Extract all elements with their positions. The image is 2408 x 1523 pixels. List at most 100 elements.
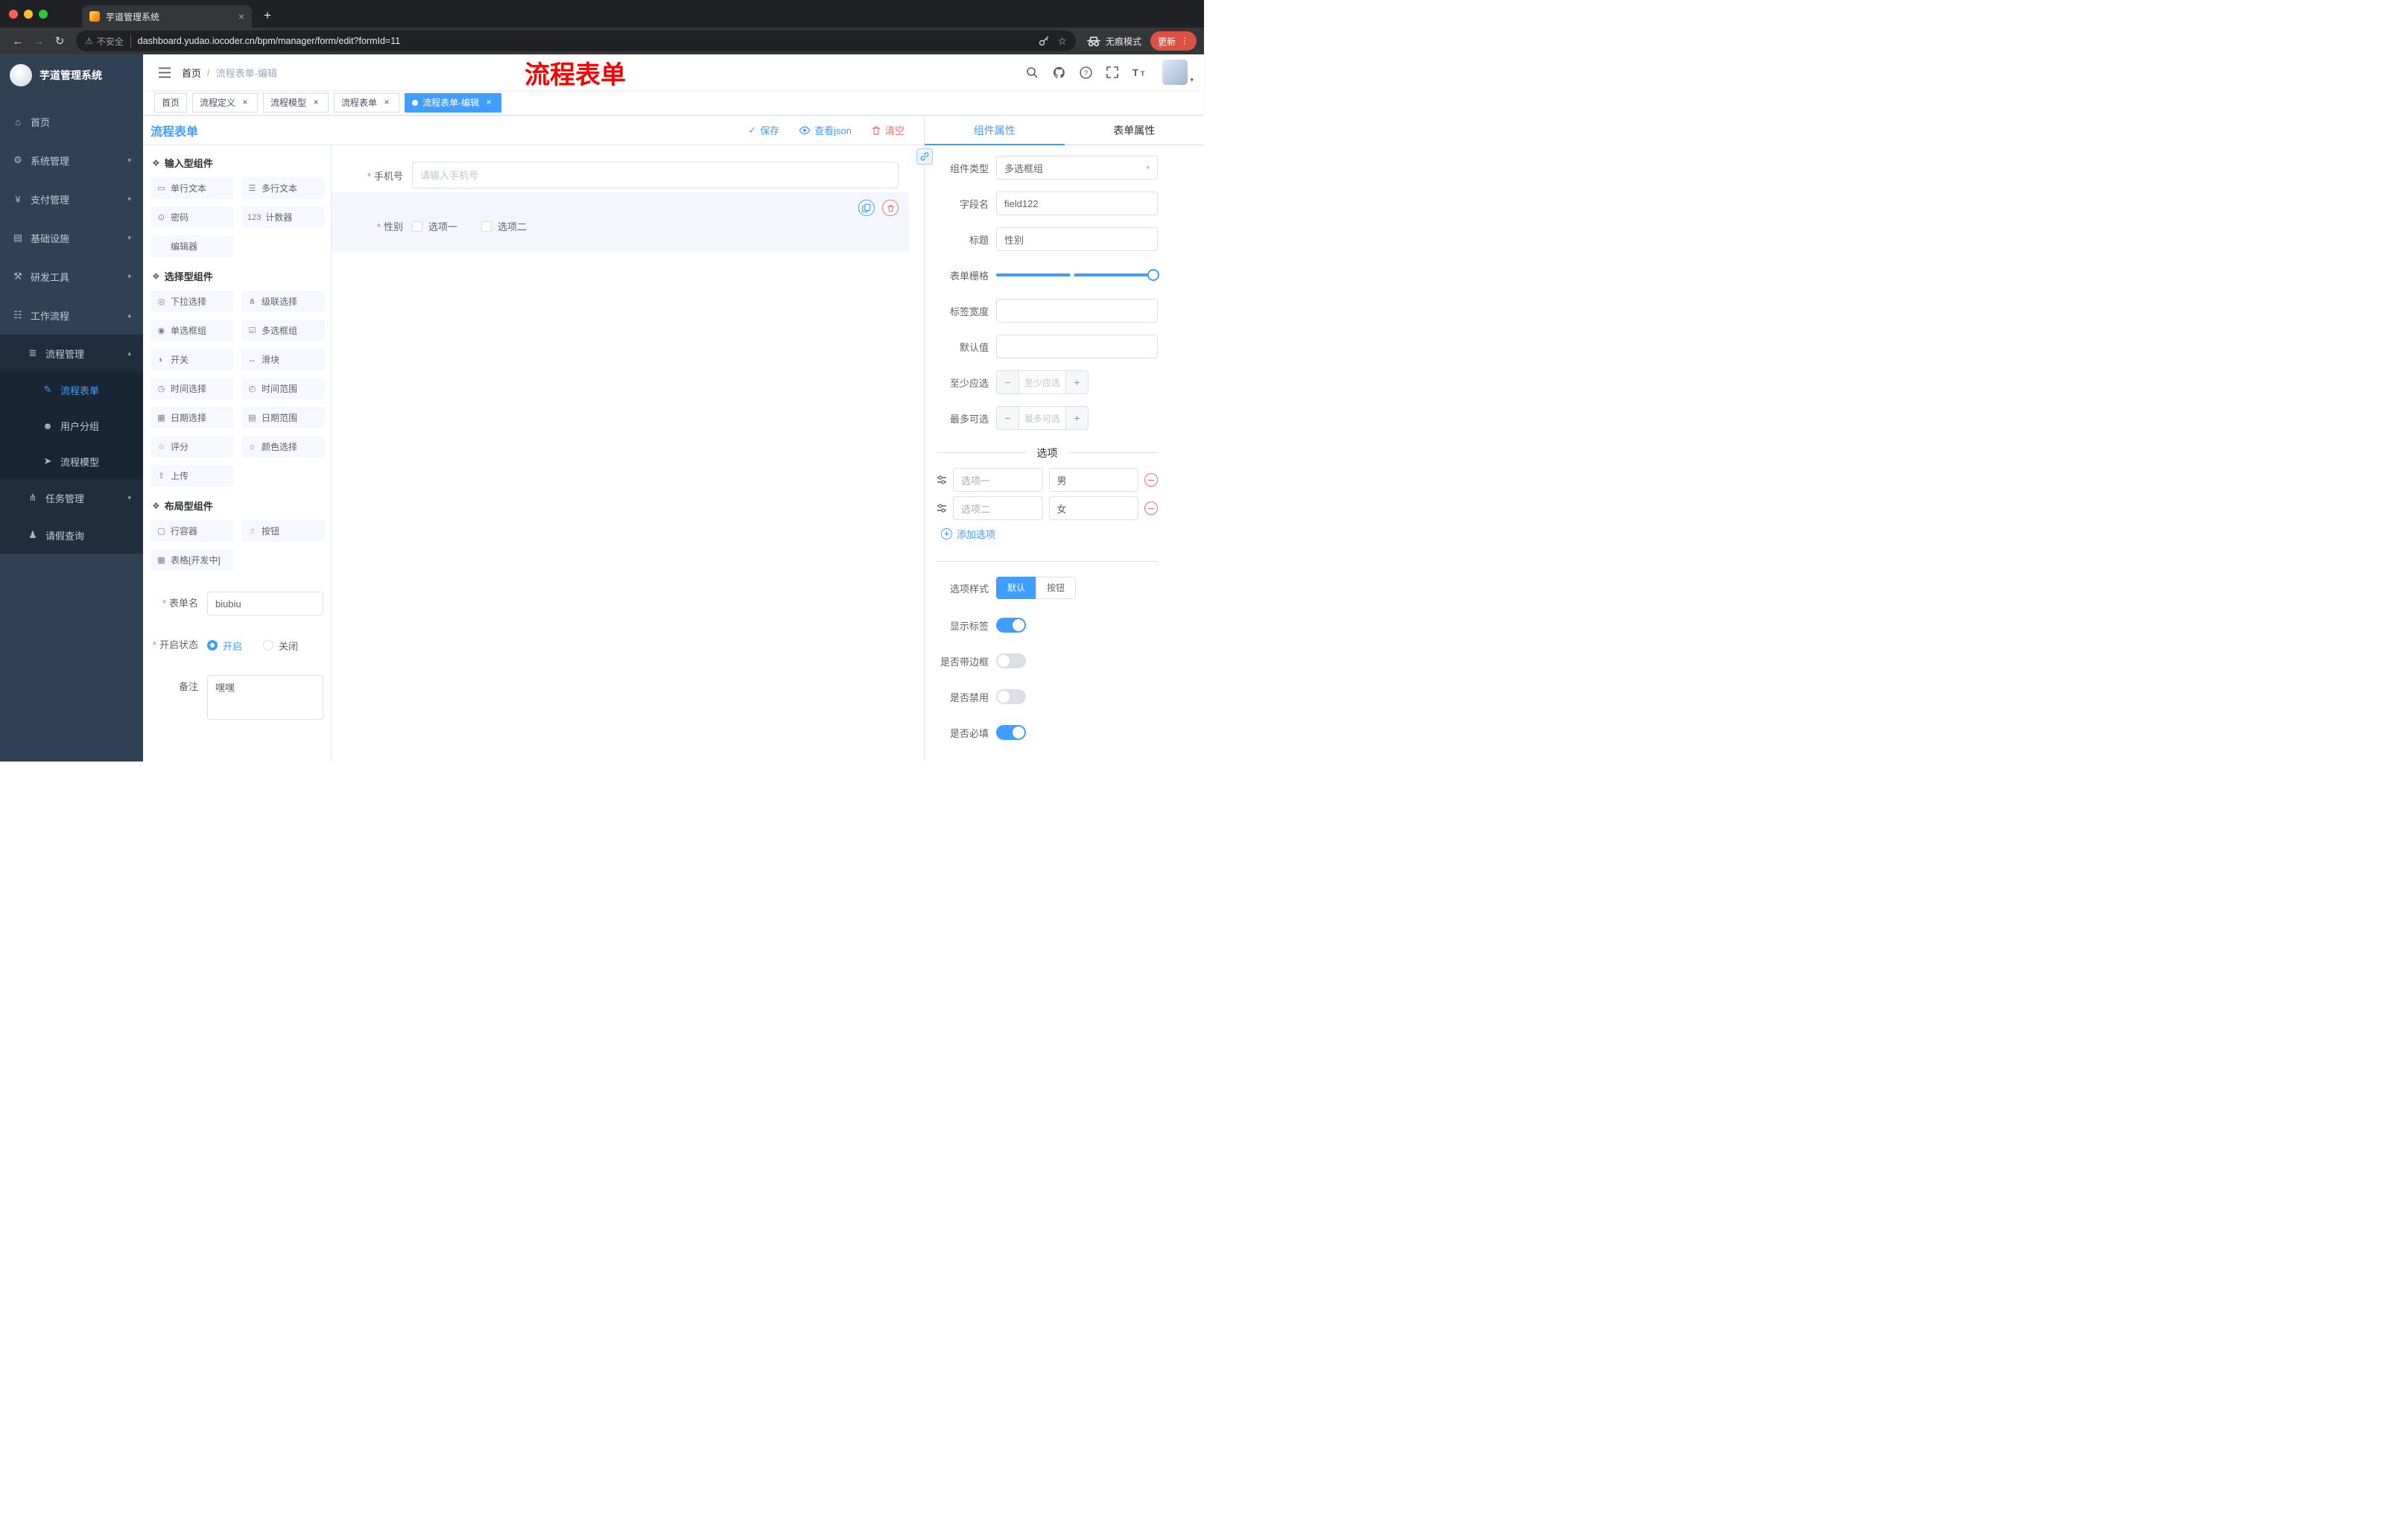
sidebar-menu-item[interactable]: ⌂ 首页 — [0, 102, 143, 141]
tag[interactable]: 流程表单 — [334, 92, 400, 113]
segment-default[interactable]: 默认 — [996, 577, 1037, 599]
address-bar[interactable]: ⚠ 不安全 dashboard.yudao.iocoder.cn/bpm/man… — [76, 31, 1076, 51]
canvas-field-gender[interactable]: 性别 选项一 选项二 — [332, 219, 909, 233]
palette-component[interactable]: ◴ 时间范围 — [241, 378, 325, 399]
sidebar-menu-item[interactable]: ▤ 基础设施 ▾ — [0, 218, 143, 257]
palette-component[interactable]: ◎ 下拉选择 — [150, 291, 234, 312]
palette-component[interactable]: 编辑器 — [150, 235, 234, 257]
password-key-icon[interactable] — [1038, 35, 1050, 47]
tab-form-props[interactable]: 表单属性 — [1065, 115, 1205, 145]
palette-component[interactable]: ◐ 开关 — [150, 349, 234, 370]
link-icon[interactable] — [916, 148, 933, 165]
sidebar-menu-item[interactable]: ⚒ 研发工具 ▾ — [0, 257, 143, 296]
window-close-button[interactable] — [9, 10, 18, 19]
tab-close-icon[interactable]: × — [238, 10, 244, 22]
option-label-input[interactable] — [953, 496, 1043, 520]
toggle-switch[interactable] — [996, 689, 1026, 704]
sidebar-menu-item[interactable]: ♟ 请假查询 — [0, 516, 143, 554]
title-input[interactable] — [996, 227, 1158, 251]
tag-close-icon[interactable] — [381, 98, 392, 108]
status-radio-off[interactable]: 关闭 — [263, 639, 298, 653]
sidebar-menu-item[interactable]: ⋔ 任务管理 ▾ — [0, 479, 143, 516]
palette-component[interactable]: ▤ 日期范围 — [241, 407, 325, 428]
palette-component[interactable]: ↔ 滑块 — [241, 349, 325, 370]
toolbar-caret-icon[interactable]: ▾ — [1159, 42, 1162, 51]
canvas-field-gender-selected[interactable]: 性别 选项一 选项二 — [332, 192, 909, 253]
phone-input[interactable] — [412, 162, 899, 189]
field-name-input[interactable] — [996, 191, 1158, 215]
sidebar-menu-item[interactable]: ☷ 工作流程 ▴ — [0, 296, 143, 335]
window-zoom-button[interactable] — [39, 10, 48, 19]
toggle-switch[interactable] — [996, 725, 1026, 740]
tag-close-icon[interactable] — [311, 98, 321, 108]
palette-component[interactable]: ☝ 按钮 — [241, 520, 325, 542]
checkbox-option-2[interactable]: 选项二 — [481, 219, 527, 233]
palette-component[interactable]: ▭ 单行文本 — [150, 177, 234, 199]
palette-component[interactable]: ☰ 多行文本 — [241, 177, 325, 199]
window-minimize-button[interactable] — [24, 10, 33, 19]
stepper-minus-icon[interactable] — [997, 407, 1019, 429]
tag-close-icon[interactable] — [240, 98, 250, 108]
min-select-placeholder[interactable]: 至少应选 — [1019, 371, 1065, 393]
canvas-field-phone[interactable]: 手机号 — [332, 162, 909, 189]
search-icon[interactable] — [1024, 64, 1040, 80]
hamburger-icon[interactable] — [150, 67, 179, 78]
sidebar-menu-item[interactable]: ≣ 流程管理 ▴ — [0, 335, 143, 372]
palette-component[interactable]: ▦ 表格[开发中] — [150, 549, 234, 571]
tag-close-icon[interactable] — [484, 98, 494, 108]
github-icon[interactable] — [1051, 64, 1067, 80]
sidebar-menu-item[interactable]: ⚙ 系统管理 ▾ — [0, 141, 143, 180]
font-size-icon[interactable]: TT — [1131, 64, 1147, 80]
palette-component[interactable]: ▦ 日期选择 — [150, 407, 234, 428]
browser-update-button[interactable]: 更新 ⋮ — [1150, 31, 1197, 51]
option-label-input[interactable] — [953, 468, 1043, 492]
form-name-input[interactable] — [207, 592, 323, 615]
reload-icon[interactable]: ↻ — [49, 31, 70, 51]
stepper-minus-icon[interactable] — [997, 371, 1019, 393]
tab-component-props[interactable]: 组件属性 — [925, 115, 1065, 145]
palette-component[interactable]: ☆ 评分 — [150, 436, 234, 457]
browser-tab[interactable]: 芋道管理系统 × — [82, 5, 252, 28]
sidebar-menu-item[interactable]: ☻ 用户分组 — [0, 408, 143, 443]
kebab-menu-icon[interactable]: ⋮ — [1180, 36, 1189, 46]
default-value-input[interactable] — [996, 335, 1158, 358]
drag-handle-icon[interactable] — [937, 475, 947, 485]
palette-component[interactable]: ⊙ 密码 — [150, 206, 234, 228]
form-canvas[interactable]: 手机号 — [332, 145, 924, 762]
option-value-input[interactable] — [1048, 496, 1138, 520]
max-select-stepper[interactable]: 最多可选 — [996, 406, 1089, 430]
palette-component[interactable]: 123 计数器 — [241, 206, 325, 228]
add-option-button[interactable]: 添加选项 — [941, 526, 1158, 541]
palette-component[interactable]: ☼ 颜色选择 — [241, 436, 325, 457]
label-width-input[interactable] — [996, 299, 1158, 323]
checkbox-option-1[interactable]: 选项一 — [412, 219, 457, 233]
palette-component[interactable]: ⋔ 级联选择 — [241, 291, 325, 312]
copy-component-icon[interactable] — [858, 200, 875, 216]
view-json-button[interactable]: 查看json — [799, 123, 852, 137]
toggle-switch[interactable] — [996, 618, 1026, 633]
remove-option-icon[interactable] — [1144, 501, 1158, 515]
help-icon[interactable]: ? — [1077, 64, 1094, 80]
bookmark-star-icon[interactable]: ☆ — [1057, 35, 1067, 48]
stepper-plus-icon[interactable] — [1065, 407, 1088, 429]
palette-component[interactable]: ▢ 行容器 — [150, 520, 234, 542]
form-remark-textarea[interactable]: 嘿嘿 — [207, 675, 323, 720]
tag[interactable]: 流程表单-编辑 — [405, 92, 502, 113]
security-chip[interactable]: ⚠ 不安全 — [85, 34, 131, 48]
toggle-switch[interactable] — [996, 653, 1026, 668]
max-select-placeholder[interactable]: 最多可选 — [1019, 407, 1065, 429]
tag[interactable]: 流程定义 — [192, 92, 259, 113]
remove-option-icon[interactable] — [1144, 473, 1158, 487]
tag[interactable]: 流程模型 — [263, 92, 329, 113]
tag[interactable]: 首页 — [154, 92, 188, 113]
stepper-plus-icon[interactable] — [1065, 371, 1088, 393]
app-logo[interactable]: 芋道管理系统 — [0, 54, 143, 96]
drag-handle-icon[interactable] — [937, 503, 947, 513]
status-radio-on[interactable]: 开启 — [207, 639, 242, 653]
breadcrumb-home[interactable]: 首页 — [182, 66, 201, 80]
fullscreen-icon[interactable] — [1104, 64, 1121, 80]
sidebar-menu-item[interactable]: ✎ 流程表单 — [0, 372, 143, 408]
component-type-select[interactable]: 多选框组 ▾ — [996, 156, 1158, 180]
palette-component[interactable]: ⇧ 上传 — [150, 465, 234, 487]
user-avatar[interactable]: ▾ — [1162, 60, 1194, 85]
